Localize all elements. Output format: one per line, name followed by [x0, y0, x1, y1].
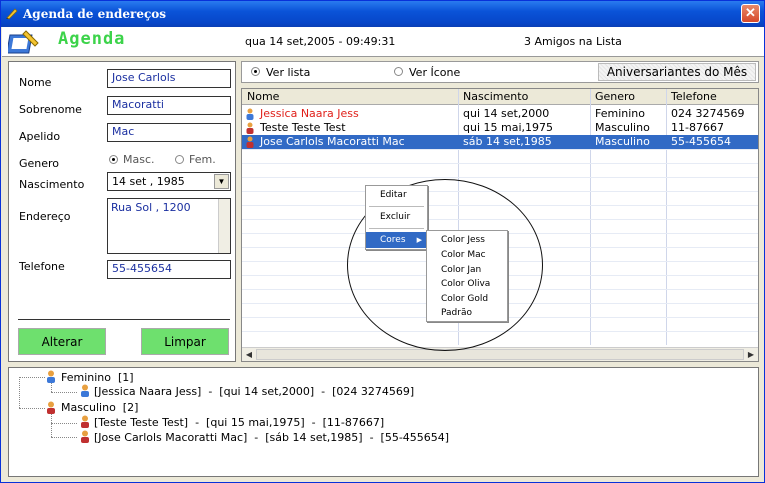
submenu-arrow-icon: ▶ [416, 236, 422, 244]
row-genero: Masculino [595, 135, 650, 148]
fem-label: Fem. [189, 153, 216, 166]
limpar-button[interactable]: Limpar [141, 328, 229, 355]
row-nascimento: qui 14 set,2000 [463, 107, 550, 120]
sobrenome-label: Sobrenome [19, 103, 82, 116]
list-header: Nome Nascimento Genero Telefone [242, 89, 758, 106]
column-header-genero[interactable]: Genero [595, 90, 635, 103]
menu-item-color-oliva[interactable]: Color Oliva [427, 276, 507, 292]
close-icon: ✕ [745, 5, 756, 20]
male-icon [81, 430, 89, 443]
apelido-field[interactable]: Mac [107, 123, 231, 142]
row-telefone: 55-455654 [671, 135, 731, 148]
column-header-nascimento[interactable]: Nascimento [463, 90, 528, 103]
cores-submenu: Color Jess Color Mac Color Jan Color Oli… [426, 230, 508, 322]
ver-icone-label: Ver Ícone [409, 66, 461, 79]
genero-label: Genero [19, 157, 60, 170]
telefone-label: Telefone [19, 260, 65, 273]
nascimento-date-picker[interactable]: 14 set , 1985 ▼ [107, 172, 231, 191]
cores-label: Cores [380, 235, 406, 245]
person-icon [246, 108, 254, 120]
row-genero: Masculino [595, 121, 650, 134]
menu-item-color-mac[interactable]: Color Mac [427, 247, 507, 263]
row-nascimento: qui 15 mai,1975 [463, 121, 554, 134]
scroll-right-icon[interactable]: ▶ [745, 349, 757, 361]
column-header-telefone[interactable]: Telefone [671, 90, 717, 103]
aniversariantes-button[interactable]: Aniversariantes do Mês [598, 63, 756, 81]
menu-item-color-jess[interactable]: Color Jess [427, 232, 507, 248]
ver-lista-label: Ver lista [266, 66, 311, 79]
person-icon [246, 136, 254, 148]
menu-item-excluir[interactable]: Excluir [366, 209, 427, 225]
row-genero: Feminino [595, 107, 645, 120]
column-header-nome[interactable]: Nome [247, 90, 279, 103]
menu-item-cores[interactable]: Cores ▶ [366, 232, 427, 248]
window-title: Agenda de endereços [23, 7, 167, 21]
nome-label: Nome [19, 76, 52, 89]
endereco-field[interactable]: Rua Sol , 1200 [107, 198, 231, 254]
tree-node-contact[interactable]: [Jose Carlols Macoratti Mac] - [sáb 14 s… [94, 431, 449, 444]
table-row[interactable]: Teste Teste Test qui 15 mai,1975 Masculi… [242, 121, 758, 135]
ver-lista-radio[interactable] [251, 67, 260, 76]
person-icon [246, 122, 254, 134]
row-nome: Jose Carlols Macoratti Mac [260, 135, 405, 148]
header: Agenda qua 14 set,2005 - 09:49:31 3 Amig… [2, 27, 764, 57]
tree-node-masculino[interactable]: Masculino [2] [61, 401, 138, 414]
table-row[interactable]: Jessica Naara Jess qui 14 set,2000 Femin… [242, 107, 758, 121]
scroll-left-icon[interactable]: ◀ [243, 349, 255, 361]
nascimento-value: 14 set , 1985 [112, 175, 185, 188]
endereco-scrollbar[interactable] [218, 199, 230, 253]
book-logo-icon [8, 30, 39, 54]
app-title: Agenda [58, 29, 126, 49]
ver-icone-radio[interactable] [394, 67, 403, 76]
female-icon [47, 370, 55, 383]
row-nome: Jessica Naara Jess [260, 107, 359, 120]
app-icon [6, 8, 18, 20]
scroll-thumb[interactable] [256, 349, 744, 360]
context-menu: Editar Excluir Cores ▶ [365, 185, 428, 250]
endereco-label: Endereço [19, 210, 71, 223]
contact-form: Nome Jose Carlols Sobrenome Macoratti Ap… [8, 61, 236, 362]
apelido-label: Apelido [19, 130, 61, 143]
sobrenome-field[interactable]: Macoratti [107, 96, 231, 115]
tree-node-contact[interactable]: [Teste Teste Test] - [qui 15 mai,1975] -… [94, 416, 384, 429]
male-icon [81, 415, 89, 428]
row-nome: Teste Teste Test [260, 121, 346, 134]
tree-node-contact[interactable]: [Jessica Naara Jess] - [qui 14 set,2000]… [94, 385, 414, 398]
view-toolbar: Ver lista Ver Ícone Aniversariantes do M… [241, 61, 759, 83]
table-row-selected[interactable]: Jose Carlols Macoratti Mac sáb 14 set,19… [242, 135, 758, 149]
horizontal-scrollbar[interactable]: ◀ ▶ [242, 347, 758, 361]
contacts-tree[interactable]: Feminino [1] [Jessica Naara Jess] - [qui… [8, 367, 759, 477]
app-window: Agenda de endereços ✕ Agenda qua 14 set,… [0, 0, 765, 483]
row-telefone: 024 3274569 [671, 107, 745, 120]
chevron-down-icon[interactable]: ▼ [214, 174, 229, 189]
telefone-field[interactable]: 55-455654 [107, 260, 231, 279]
menu-item-editar[interactable]: Editar [366, 187, 427, 203]
row-telefone: 11-87667 [671, 121, 724, 134]
alterar-button[interactable]: Alterar [18, 328, 106, 355]
friends-count: 3 Amigos na Lista [524, 35, 622, 48]
female-icon [81, 384, 89, 397]
tree-node-feminino[interactable]: Feminino [1] [61, 371, 134, 384]
form-divider [18, 319, 230, 320]
fem-radio[interactable] [175, 155, 184, 164]
nascimento-label: Nascimento [19, 178, 85, 191]
datetime: qua 14 set,2005 - 09:49:31 [245, 35, 396, 48]
menu-item-padrao[interactable]: Padrão [427, 305, 507, 321]
close-button[interactable]: ✕ [741, 4, 760, 23]
male-icon [47, 401, 55, 414]
masc-radio[interactable] [109, 155, 118, 164]
nome-field[interactable]: Jose Carlols [107, 69, 231, 88]
row-nascimento: sáb 14 set,1985 [463, 135, 552, 148]
title-bar[interactable]: Agenda de endereços ✕ [1, 1, 764, 27]
endereco-value: Rua Sol , 1200 [111, 201, 191, 214]
masc-label: Masc. [123, 153, 155, 166]
